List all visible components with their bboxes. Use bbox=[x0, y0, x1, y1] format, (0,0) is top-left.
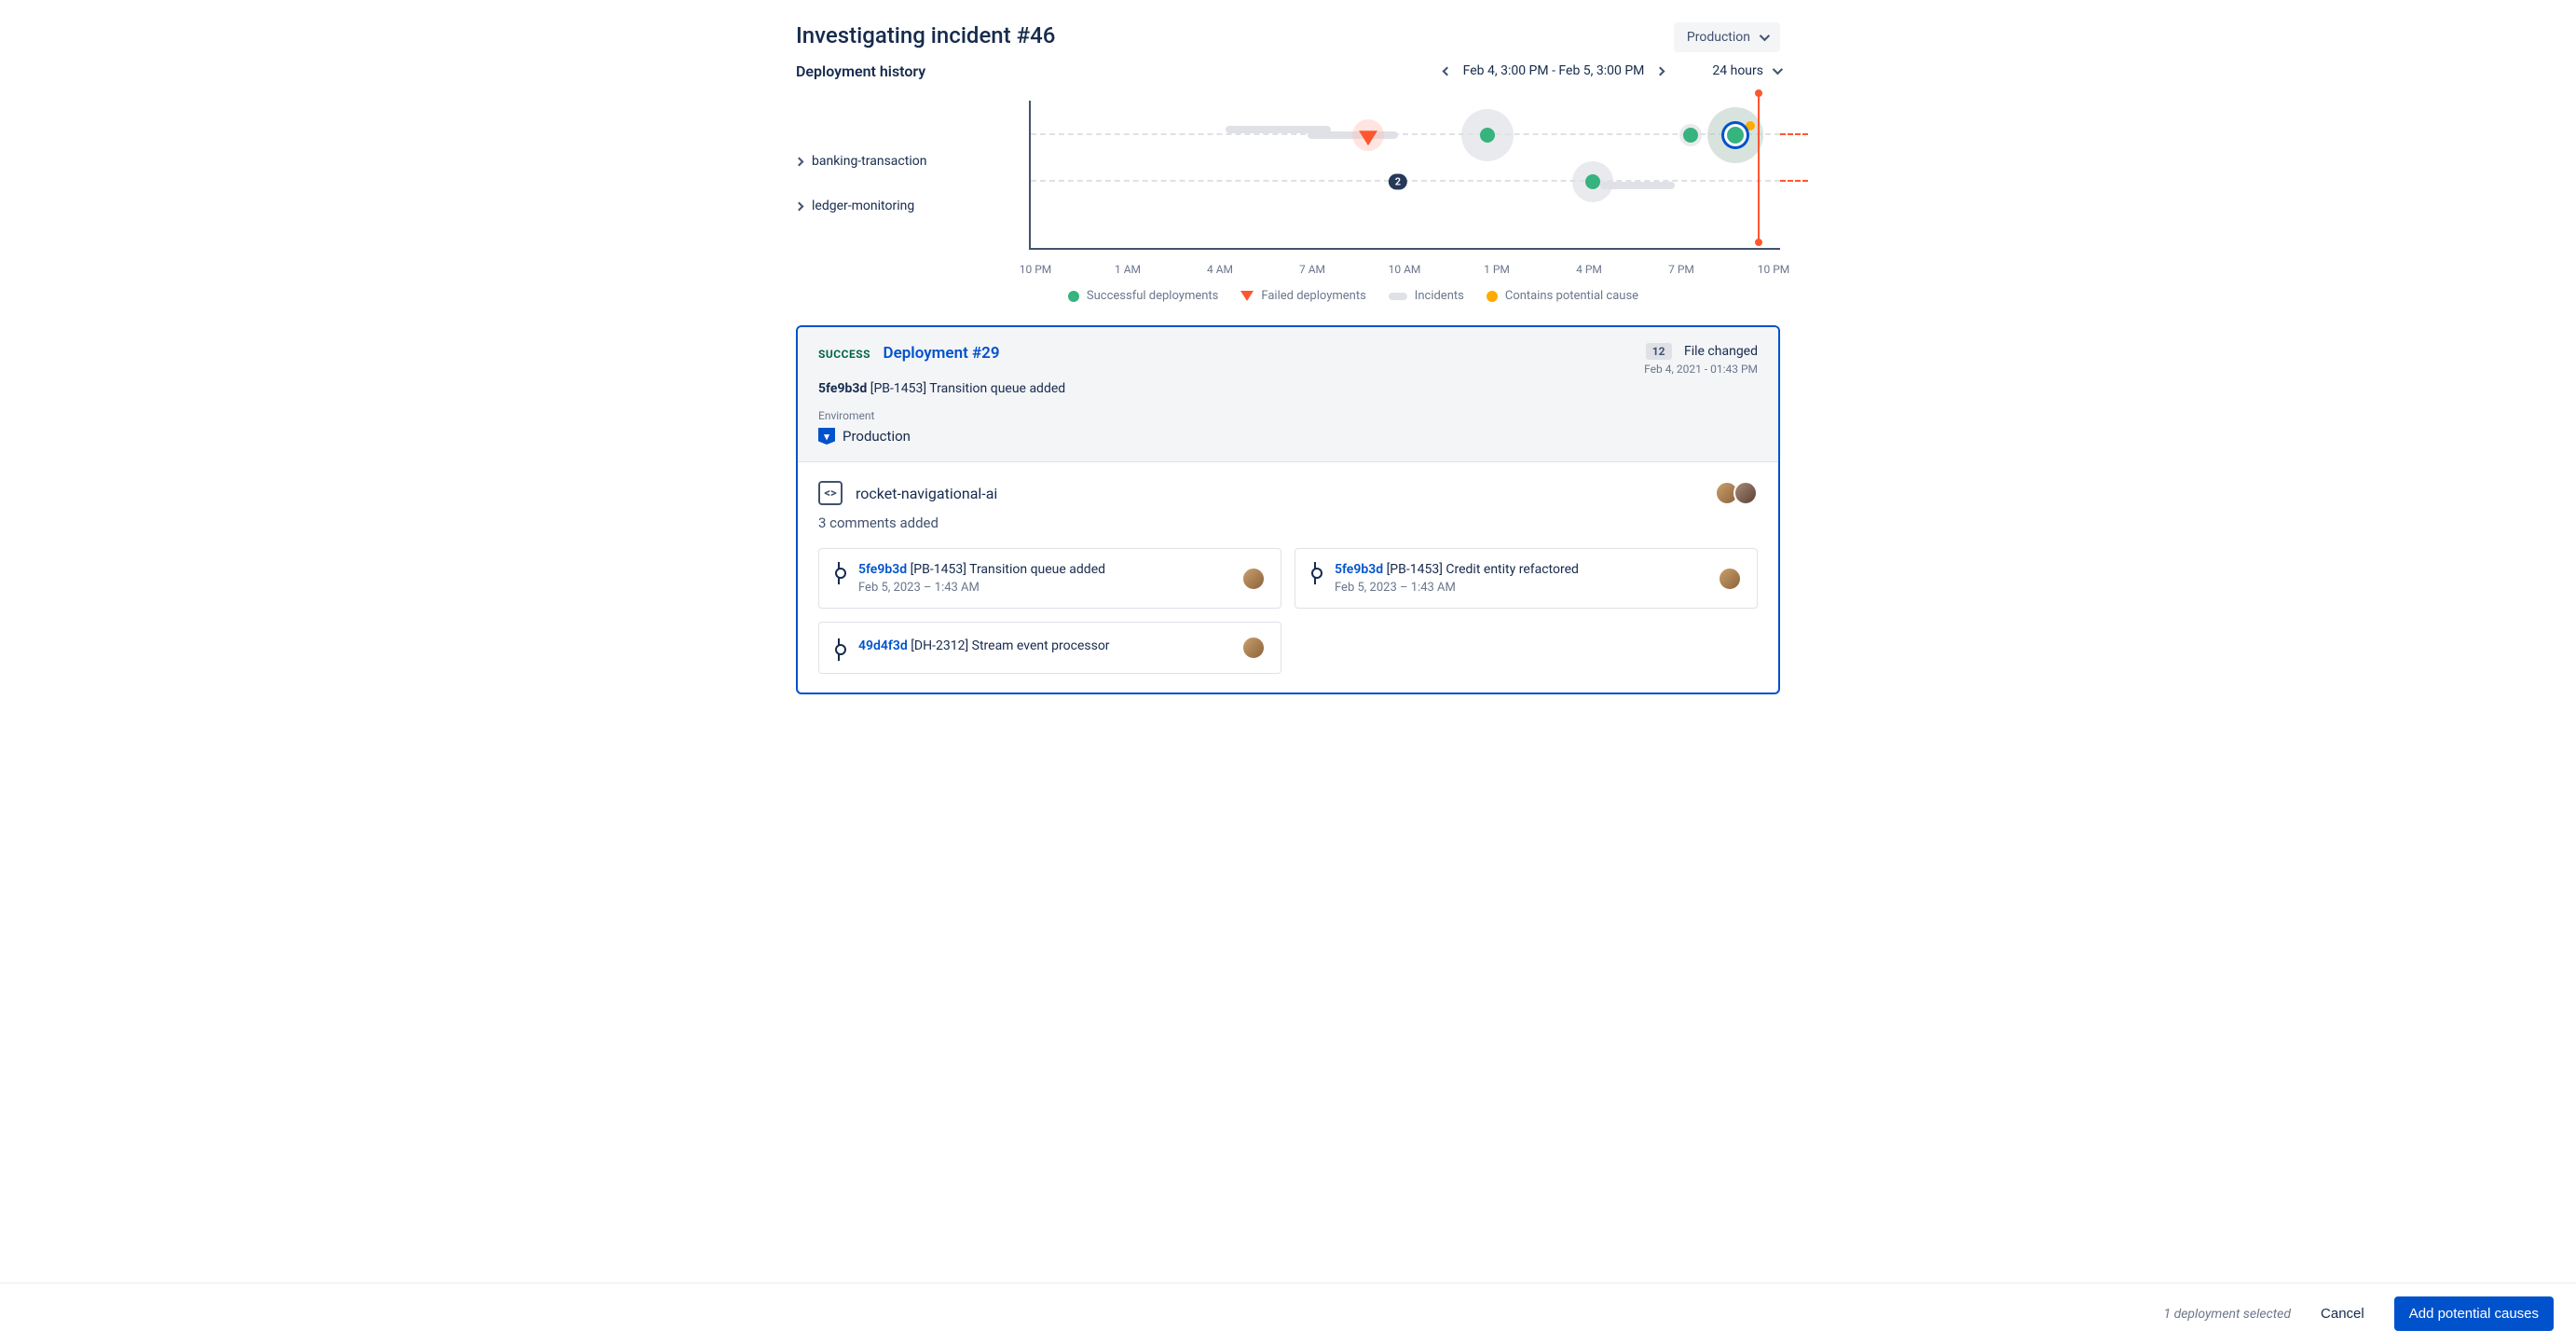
tick-label: 7 PM bbox=[1658, 263, 1705, 276]
code-icon: <> bbox=[818, 481, 843, 505]
section-heading: Deployment history bbox=[796, 62, 925, 80]
commit-card[interactable]: 5fe9b3d [PB-1453] Transition queue added… bbox=[818, 548, 1281, 609]
chevron-right-icon bbox=[1656, 67, 1665, 76]
avatar bbox=[1733, 481, 1758, 505]
lane-label: ledger-monitoring bbox=[812, 199, 914, 213]
avatar bbox=[1241, 567, 1266, 591]
lane-toggle-ledger[interactable]: ledger-monitoring bbox=[796, 199, 1029, 213]
commit-icon bbox=[834, 565, 845, 582]
add-potential-causes-button[interactable]: Add potential causes bbox=[2394, 1296, 2554, 1331]
comments-count: 3 comments added bbox=[818, 514, 1758, 531]
potential-cause-marker bbox=[1746, 121, 1755, 130]
status-badge: SUCCESS bbox=[818, 348, 870, 361]
now-line bbox=[1758, 93, 1760, 242]
selected-deployment-marker[interactable] bbox=[1727, 127, 1744, 144]
tick-label: 4 AM bbox=[1197, 263, 1243, 276]
chevron-down-icon bbox=[1773, 64, 1783, 75]
tick-label: 7 AM bbox=[1289, 263, 1336, 276]
legend-label: Incidents bbox=[1415, 289, 1464, 303]
environment-selector-label: Production bbox=[1687, 30, 1750, 45]
repo-name: rocket-navigational-ai bbox=[856, 485, 997, 502]
commit-description: [PB-1453] Transition queue added bbox=[870, 381, 1065, 396]
commit-time: Feb 5, 2023 – 1:43 AM bbox=[858, 581, 1105, 595]
range-next-button[interactable] bbox=[1653, 60, 1667, 82]
incident-bar-icon bbox=[1389, 293, 1407, 300]
incident-bar[interactable] bbox=[1600, 182, 1675, 189]
environment-value: Production bbox=[843, 428, 911, 445]
timeline-ticks: 10 PM 1 AM 4 AM 7 AM 10 AM 1 PM 4 PM 7 P… bbox=[779, 263, 1797, 276]
chevron-down-icon bbox=[1760, 31, 1770, 41]
success-deployment-marker[interactable] bbox=[1585, 174, 1600, 189]
files-changed-label: File changed bbox=[1684, 344, 1758, 359]
cancel-button[interactable]: Cancel bbox=[2309, 1298, 2376, 1329]
success-deployment-marker[interactable] bbox=[1683, 128, 1698, 143]
commit-description: [DH-2312] Stream event processor bbox=[911, 638, 1109, 653]
legend-label: Contains potential cause bbox=[1505, 289, 1638, 303]
bitbucket-icon: ▾ bbox=[818, 428, 835, 445]
avatar bbox=[1241, 636, 1266, 660]
environment-label: Enviroment bbox=[818, 409, 1758, 422]
environment-selector[interactable]: Production bbox=[1674, 22, 1780, 52]
cause-dot-icon bbox=[1487, 291, 1498, 302]
commit-sha-link[interactable]: 49d4f3d bbox=[858, 638, 908, 653]
cluster-badge[interactable]: 2 bbox=[1389, 174, 1407, 190]
avatar bbox=[1718, 567, 1742, 591]
tick-label: 10 PM bbox=[1750, 263, 1797, 276]
tick-label: 10 AM bbox=[1381, 263, 1428, 276]
chevron-left-icon bbox=[1442, 67, 1451, 76]
commit-card[interactable]: 49d4f3d [DH-2312] Stream event processor bbox=[818, 622, 1281, 674]
tick-label: 1 AM bbox=[1104, 263, 1151, 276]
contributor-avatars[interactable] bbox=[1720, 481, 1758, 505]
timeline-lane bbox=[1031, 133, 1780, 135]
timeline-legend: Successful deployments Failed deployment… bbox=[796, 289, 1780, 303]
commit-icon bbox=[834, 641, 845, 658]
commit-icon bbox=[1310, 565, 1322, 582]
lane-toggle-banking[interactable]: banking-transaction bbox=[796, 154, 1029, 169]
files-changed-count: 12 bbox=[1646, 343, 1672, 360]
lane-label: banking-transaction bbox=[812, 154, 926, 169]
period-selector[interactable]: 24 hours bbox=[1712, 63, 1780, 78]
page-title: Investigating incident #46 bbox=[796, 22, 1055, 48]
selection-count: 1 deployment selected bbox=[2164, 1307, 2292, 1322]
period-selector-label: 24 hours bbox=[1712, 63, 1763, 78]
timeline-chart[interactable]: 2 bbox=[1029, 101, 1780, 250]
deployment-timeline: banking-transaction ledger-monitoring bbox=[796, 101, 1780, 250]
range-prev-button[interactable] bbox=[1440, 60, 1454, 82]
commit-time: Feb 5, 2023 – 1:43 AM bbox=[1335, 581, 1579, 595]
tick-label: 10 PM bbox=[1012, 263, 1059, 276]
deployment-timestamp: Feb 4, 2021 - 01:43 PM bbox=[1644, 363, 1758, 376]
commit-sha: 5fe9b3d bbox=[818, 381, 867, 396]
legend-label: Successful deployments bbox=[1087, 289, 1218, 303]
tick-label: 4 PM bbox=[1566, 263, 1612, 276]
commit-sha-link[interactable]: 5fe9b3d bbox=[1335, 562, 1383, 577]
footer-bar: 1 deployment selected Cancel Add potenti… bbox=[0, 1282, 2576, 1344]
chevron-right-icon bbox=[795, 201, 804, 211]
success-deployment-marker[interactable] bbox=[1480, 128, 1495, 143]
selected-deployment-panel: SUCCESS Deployment #29 12 File changed F… bbox=[796, 325, 1780, 694]
date-range-label: Feb 4, 3:00 PM - Feb 5, 3:00 PM bbox=[1463, 63, 1645, 78]
failed-deployment-marker[interactable] bbox=[1359, 130, 1377, 145]
commit-description: [PB-1453] Credit entity refactored bbox=[1387, 562, 1579, 577]
failed-triangle-icon bbox=[1240, 291, 1254, 301]
commit-sha-link[interactable]: 5fe9b3d bbox=[858, 562, 907, 577]
commit-card[interactable]: 5fe9b3d [PB-1453] Credit entity refactor… bbox=[1295, 548, 1758, 609]
chevron-right-icon bbox=[795, 157, 804, 166]
legend-label: Failed deployments bbox=[1261, 289, 1365, 303]
commit-description: [PB-1453] Transition queue added bbox=[911, 562, 1105, 577]
tick-label: 1 PM bbox=[1473, 263, 1520, 276]
deployment-link[interactable]: Deployment #29 bbox=[884, 344, 1000, 363]
success-dot-icon bbox=[1068, 291, 1079, 302]
timeline-lane: 2 bbox=[1031, 180, 1780, 182]
